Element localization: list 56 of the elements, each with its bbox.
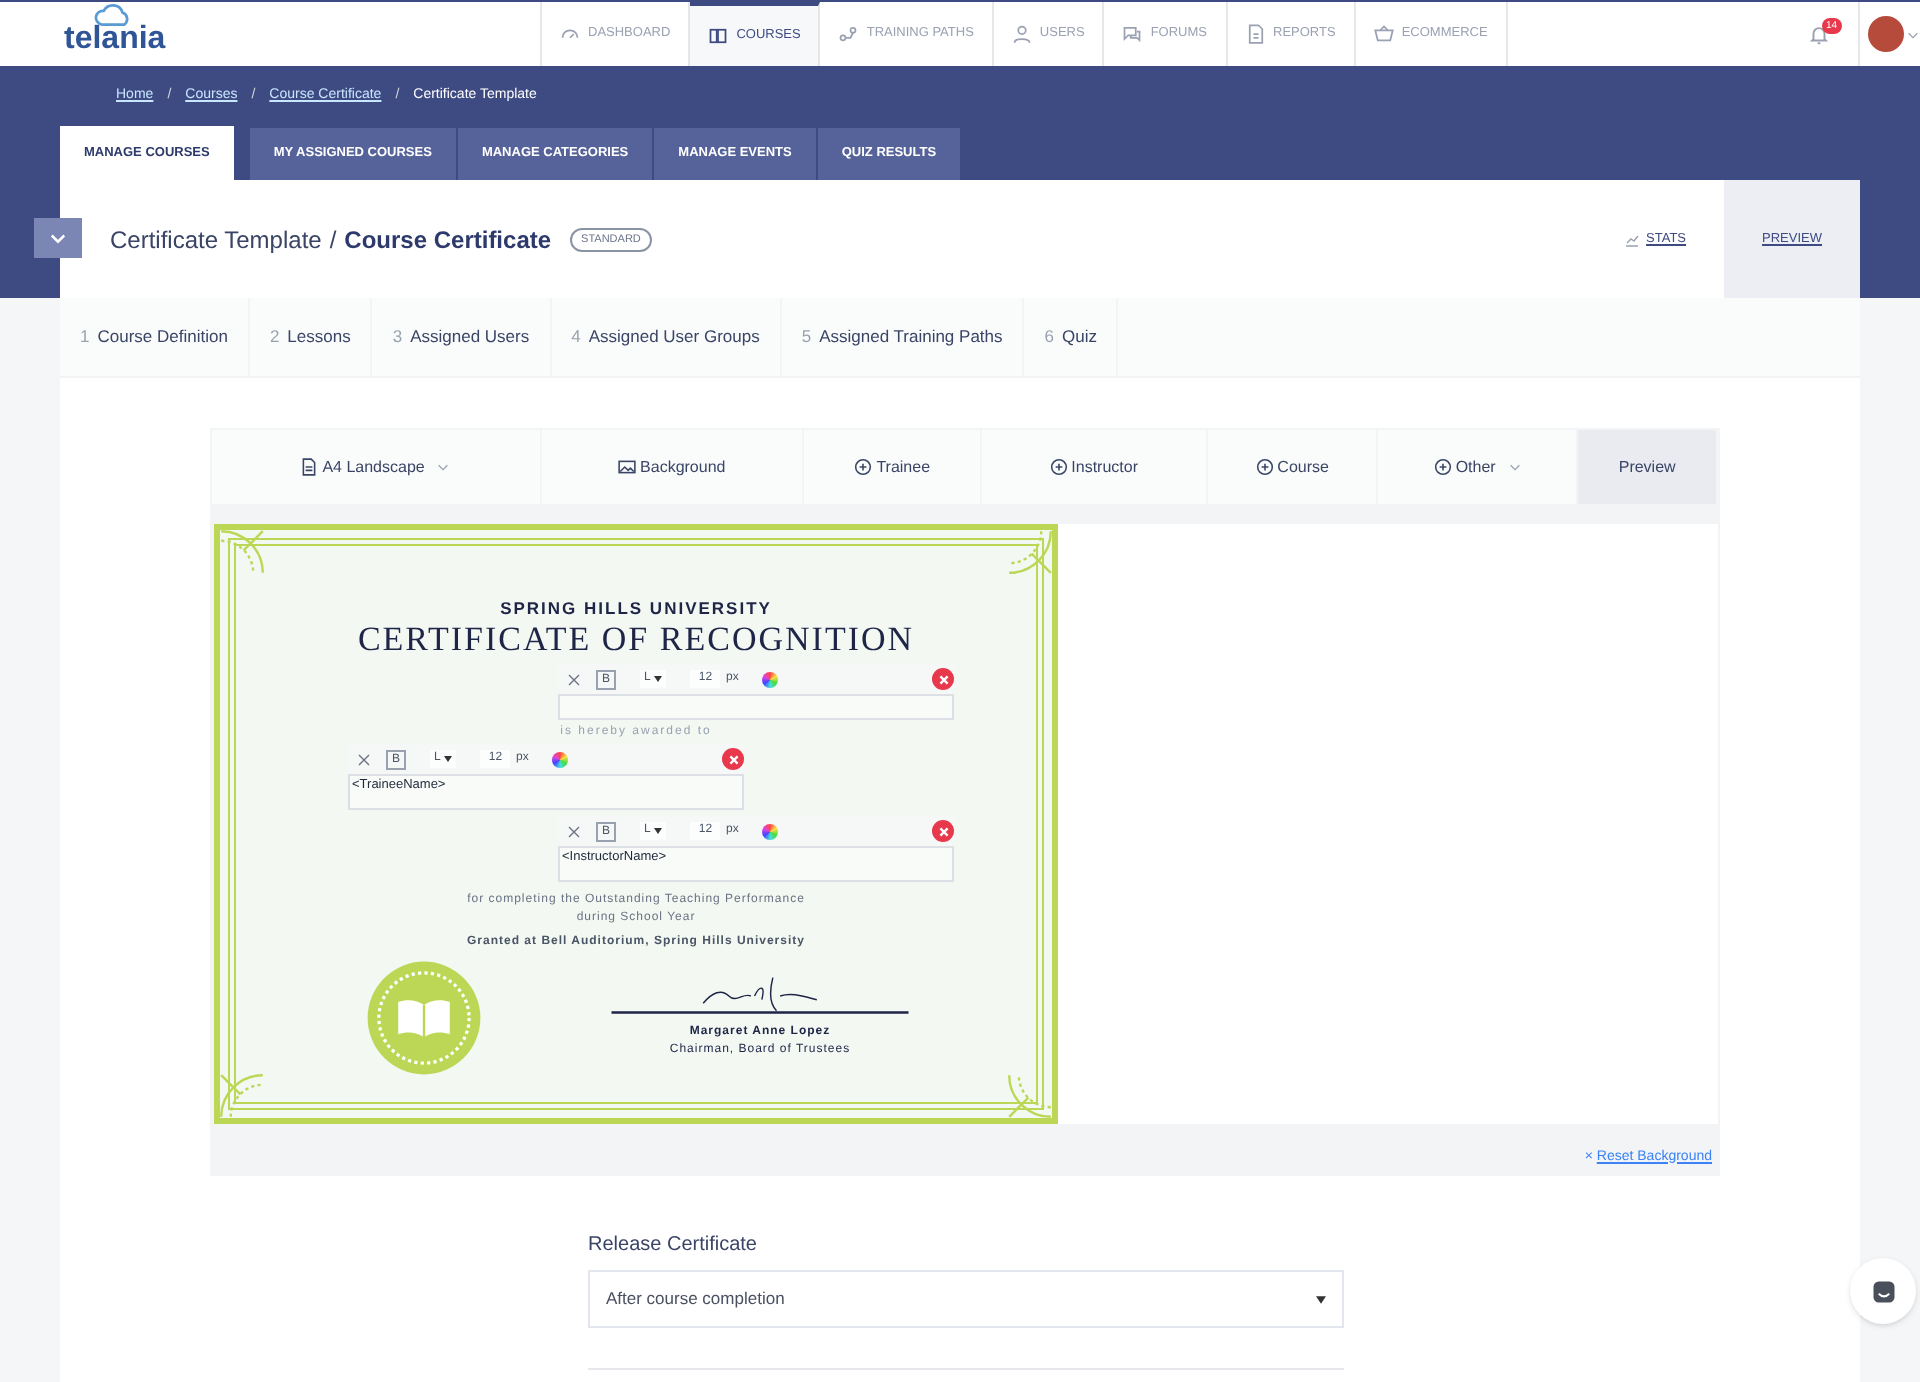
title-separator: / <box>329 223 337 257</box>
certificate-university: SPRING HILLS UNIVERSITY <box>498 596 774 622</box>
chat-icon <box>1869 1277 1897 1305</box>
step-tab[interactable]: 2 Lessons <box>249 298 373 376</box>
close-icon[interactable] <box>932 820 954 842</box>
chart-icon <box>1624 231 1641 247</box>
corner-ornament-icon <box>218 1072 266 1120</box>
page-title: Certificate Template <box>110 223 322 257</box>
plus-circle-icon <box>1255 458 1274 476</box>
step-tab[interactable]: 3 Assigned Users <box>372 298 552 376</box>
release-certificate-label: Release Certificate <box>588 1232 759 1260</box>
image-icon <box>618 458 637 476</box>
release-certificate-select[interactable]: After course completion <box>588 1270 1344 1328</box>
page-subtitle: Course Certificate <box>344 223 552 257</box>
path-icon <box>838 24 859 44</box>
document-icon <box>1245 24 1265 44</box>
corner-ornament-icon <box>1006 1072 1054 1120</box>
caret-icon <box>654 828 663 834</box>
seal-icon <box>366 960 482 1076</box>
color-wheel-icon[interactable] <box>762 671 779 687</box>
step-tab[interactable]: 5 Assigned Training Paths <box>781 298 1025 376</box>
move-icon[interactable] <box>566 671 582 687</box>
step-tab[interactable]: 6 Quiz <box>1024 298 1119 376</box>
collapse-button[interactable] <box>34 218 82 258</box>
text-input-box[interactable] <box>558 694 954 720</box>
corner-ornament-icon <box>218 528 266 576</box>
corner-ornament-icon <box>1006 528 1054 576</box>
plus-circle-icon <box>1433 458 1452 476</box>
move-icon[interactable] <box>356 751 372 767</box>
color-wheel-icon[interactable] <box>552 751 569 767</box>
plus-circle-icon <box>854 458 873 476</box>
books-icon <box>708 26 729 46</box>
certificate-title: CERTIFICATE OF RECOGNITION <box>355 620 917 660</box>
logo-text[interactable]: telania <box>64 24 166 56</box>
caret-icon <box>1906 27 1920 41</box>
chat-bubbles-icon <box>1122 24 1143 44</box>
caret-icon <box>444 756 453 762</box>
user-icon <box>1011 24 1032 44</box>
close-icon[interactable] <box>722 748 744 770</box>
caret-icon <box>654 676 663 682</box>
close-icon[interactable] <box>932 668 954 690</box>
move-icon[interactable] <box>566 823 582 839</box>
caret-icon <box>1316 1295 1326 1303</box>
basket-icon <box>1373 24 1394 44</box>
step-tab[interactable]: 4 Assigned User Groups <box>551 298 782 376</box>
page-icon <box>300 458 319 476</box>
avatar[interactable] <box>1868 16 1904 52</box>
caret-icon <box>436 460 451 474</box>
caret-icon <box>1507 460 1522 474</box>
gauge-icon <box>560 24 580 44</box>
bell-icon[interactable] <box>1808 23 1830 45</box>
editor-toolbar-button[interactable]: Preview <box>1578 430 1718 504</box>
color-wheel-icon[interactable] <box>762 823 779 839</box>
plus-circle-icon <box>1049 458 1068 476</box>
step-tab[interactable]: 1 Course Definition <box>60 298 250 376</box>
chat-button[interactable] <box>1850 1258 1916 1324</box>
